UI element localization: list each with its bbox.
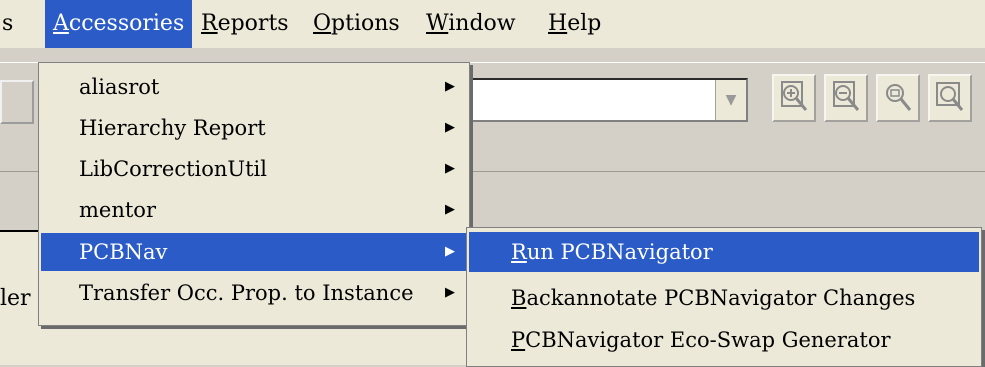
menu-item-backannotate-pcbnavigator-changes[interactable]: Backannotate PCBNavigator Changes xyxy=(469,280,979,316)
menu-window[interactable]: Window xyxy=(418,0,524,48)
zoom-in-button[interactable] xyxy=(772,74,816,122)
dropdown-arrow-icon[interactable]: ▼ xyxy=(715,80,746,120)
background-label: ler xyxy=(0,286,31,311)
toolbar-combo-box[interactable]: ▼ xyxy=(460,78,748,122)
menu-reports[interactable]: Reports xyxy=(193,0,297,48)
menu-truncated-item[interactable]: s xyxy=(0,0,13,48)
menu-item-mentor[interactable]: mentor ▶ xyxy=(41,192,467,228)
menu-help[interactable]: Help xyxy=(540,0,609,48)
zoom-out-icon xyxy=(833,81,860,111)
zoom-in-icon xyxy=(781,81,808,111)
menu-item-libcorrectionutil[interactable]: LibCorrectionUtil ▶ xyxy=(41,151,467,187)
menu-item-aliasrot[interactable]: aliasrot ▶ xyxy=(41,69,467,105)
menu-item-transfer-occ-prop[interactable]: Transfer Occ. Prop. to Instance ▶ xyxy=(41,275,467,311)
menu-item-pcbnavigator-eco-swap-generator[interactable]: PCBNavigator Eco-Swap Generator xyxy=(469,322,979,358)
menu-item-pcbnav[interactable]: PCBNav ▶ xyxy=(41,233,467,271)
submenu-arrow-icon: ▶ xyxy=(445,285,455,300)
pcbnav-submenu: Run PCBNavigator Backannotate PCBNavigat… xyxy=(466,227,982,367)
toolbar-button[interactable] xyxy=(0,80,34,124)
menu-item-run-pcbnavigator[interactable]: Run PCBNavigator xyxy=(469,232,979,272)
zoom-fit-button[interactable] xyxy=(928,74,972,122)
zoom-area-button[interactable] xyxy=(876,74,920,122)
submenu-arrow-icon: ▶ xyxy=(445,202,455,217)
menu-options[interactable]: Options xyxy=(305,0,408,48)
menu-accessories[interactable]: Accessories xyxy=(45,0,193,48)
submenu-arrow-icon: ▶ xyxy=(445,244,455,259)
zoom-out-button[interactable] xyxy=(824,74,868,122)
submenu-arrow-icon: ▶ xyxy=(445,79,455,94)
submenu-arrow-icon: ▶ xyxy=(445,120,455,135)
submenu-arrow-icon: ▶ xyxy=(445,161,455,176)
zoom-area-icon xyxy=(886,84,912,111)
zoom-fit-icon xyxy=(936,82,964,111)
menu-bar: s Accessories Reports Options Window Hel… xyxy=(0,0,985,48)
accessories-menu: aliasrot ▶ Hierarchy Report ▶ LibCorrect… xyxy=(38,62,470,326)
menu-item-hierarchy-report[interactable]: Hierarchy Report ▶ xyxy=(41,110,467,146)
